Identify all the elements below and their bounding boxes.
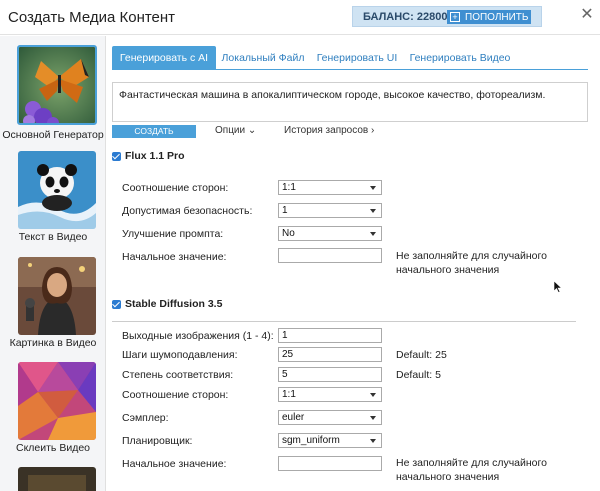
butterfly-thumbnail [17,45,97,125]
flux-seed-hint-line1: Не заполняйте для случайного [396,250,547,262]
panda-thumbnail [18,151,96,229]
sd-scheduler-select[interactable]: sgm_uniform [278,433,382,448]
sidebar-item-label: Склеить Видео [16,442,90,454]
flux-aspect-select[interactable]: 1:1 [278,180,382,195]
flux-section: Flux 1.1 Pro Соотношение сторон: 1:1 Доп… [112,148,588,318]
flux-prompt-upsample-value: No [282,228,295,239]
sd-aspect-label: Соотношение сторон: [122,389,229,401]
flux-seed-hint: Не заполняйте для случайного начального … [396,249,547,277]
caret-down-icon [370,439,376,443]
caret-down-icon [370,209,376,213]
sd-model-name: Stable Diffusion 3.5 [125,298,223,310]
history-link[interactable]: История запросов › [284,125,374,136]
flux-prompt-upsample-label: Улучшение промпта: [122,228,224,240]
sd-seed-hint-line2: начального значения [396,471,500,483]
sd-cfg-default: Default: 5 [396,369,441,381]
sd-sampler-select[interactable]: euler [278,410,382,425]
sd-sampler-label: Сэмплер: [122,412,169,424]
sd-section: Stable Diffusion 3.5 Выходные изображени… [112,296,588,491]
chevron-down-icon: ⌄ [247,125,257,136]
sd-seed-input[interactable] [278,456,382,471]
sd-steps-default: Default: 25 [396,349,447,361]
sidebar-item-label: Основной Генератор [2,129,104,141]
sidebar: Основной Генератор Текст в Видео Картинк… [0,36,106,491]
flux-header[interactable]: Flux 1.1 Pro [112,148,185,164]
tab-generate-ui[interactable]: Генерировать UI [310,46,404,70]
dialog-title: Создать Медиа Контент [8,9,176,26]
action-row: СОЗДАТЬ Опции ⌄ История запросов › [112,122,588,140]
sd-sampler-value: euler [282,412,305,423]
sd-cfg-label: Степень соответствия: [122,369,234,381]
sd-checkbox[interactable] [112,299,121,309]
polygon-thumbnail [18,362,96,440]
partial-thumbnail [18,467,96,491]
balance-value: 22800 [416,11,448,23]
flux-prompt-upsample-select[interactable]: No [278,226,382,241]
sidebar-item-label: Картинка в Видео [9,337,97,349]
caret-down-icon [370,186,376,190]
sd-aspect-select[interactable]: 1:1 [278,387,382,402]
mouse-cursor-icon [554,281,562,293]
balance-label: БАЛАНС: 22800 [363,11,448,23]
flux-aspect-value: 1:1 [282,182,296,193]
main-panel: Генерировать с AI Локальный Файл Генерир… [112,36,600,491]
flux-aspect-label: Соотношение сторон: [122,182,229,194]
sidebar-item-label: Текст в Видео [18,231,88,243]
sd-steps-input[interactable]: 25 [278,347,382,362]
sd-outputs-label: Выходные изображения (1 - 4): [122,330,274,342]
history-label: История запросов [284,125,369,136]
caret-down-icon [370,393,376,397]
woman-thumbnail [18,257,96,335]
sd-scheduler-label: Планировщик: [122,435,193,447]
flux-safety-value: 1 [282,205,288,216]
create-media-dialog: Создать Медиа Контент БАЛАНС: 22800 + ПО… [0,0,600,491]
tab-bar: Генерировать с AI Локальный Файл Генерир… [112,46,588,70]
sd-header[interactable]: Stable Diffusion 3.5 [112,296,222,312]
topup-label: ПОПОЛНИТЬ [465,11,529,23]
sd-scheduler-value: sgm_uniform [282,435,340,446]
flux-seed-input[interactable] [278,248,382,263]
sd-outputs-input[interactable]: 1 [278,328,382,343]
create-button[interactable]: СОЗДАТЬ [112,125,196,138]
flux-seed-label: Начальное значение: [122,251,227,263]
caret-down-icon [370,416,376,420]
flux-safety-label: Допустимая безопасность: [122,205,253,217]
flux-seed-hint-line2: начального значения [396,264,500,276]
close-icon[interactable]: ✕ [580,7,594,23]
balance-box: БАЛАНС: 22800 + ПОПОЛНИТЬ [352,6,542,27]
sd-aspect-value: 1:1 [282,389,296,400]
tab-generate-ai[interactable]: Генерировать с AI [112,46,216,70]
sd-seed-label: Начальное значение: [122,458,227,470]
plus-icon: + [450,12,460,22]
tab-generate-video[interactable]: Генерировать Видео [404,46,516,70]
flux-safety-select[interactable]: 1 [278,203,382,218]
sd-seed-hint-line1: Не заполняйте для случайного [396,457,547,469]
sd-seed-hint: Не заполняйте для случайного начального … [396,456,547,484]
sd-cfg-input[interactable]: 5 [278,367,382,382]
options-label: Опции [215,125,246,136]
prompt-textarea[interactable]: Фантастическая машина в апокалиптическом… [112,82,588,122]
flux-model-name: Flux 1.1 Pro [125,150,185,162]
tab-local-file[interactable]: Локальный Файл [216,46,310,70]
topup-button[interactable]: + ПОПОЛНИТЬ [447,10,531,24]
options-toggle[interactable]: Опции ⌄ [215,125,256,136]
flux-checkbox[interactable] [112,151,121,161]
chevron-right-icon: › [371,125,375,136]
dialog-header: Создать Медиа Контент БАЛАНС: 22800 + ПО… [0,0,600,35]
sd-steps-label: Шаги шумоподавления: [122,349,238,361]
caret-down-icon [370,232,376,236]
